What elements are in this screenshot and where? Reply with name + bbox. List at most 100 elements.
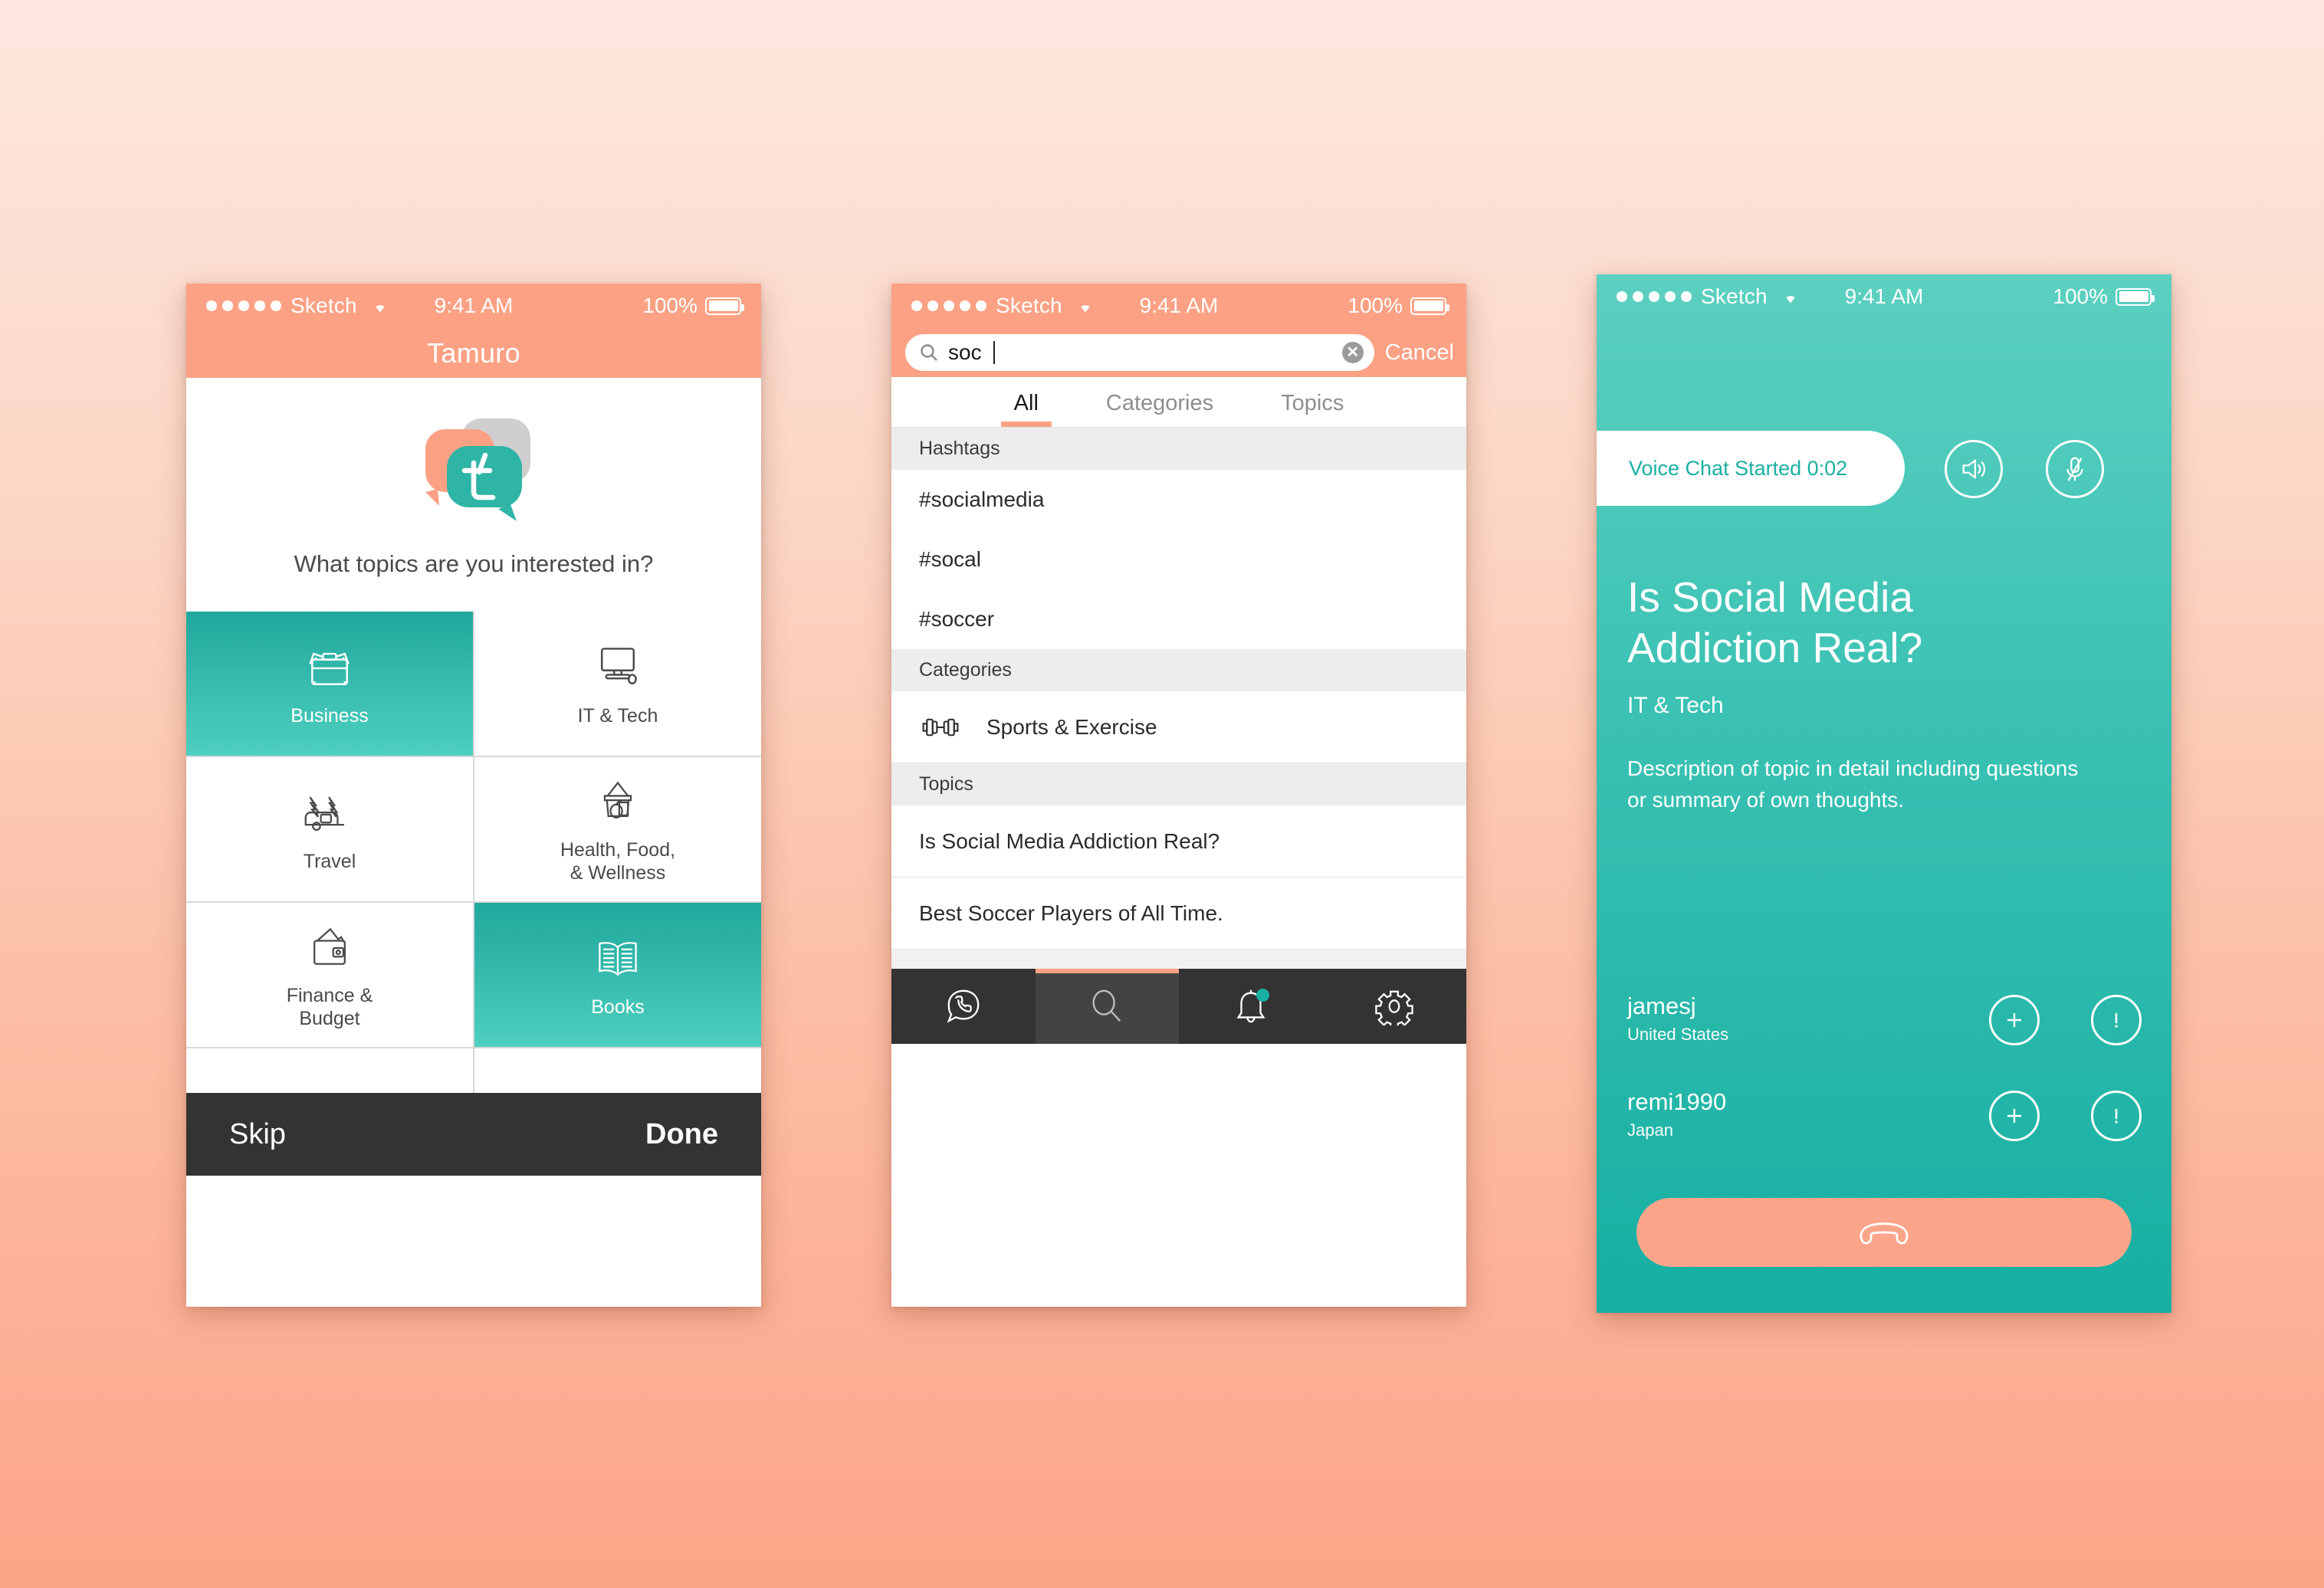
topic-tile-partial-right[interactable] [474, 1048, 761, 1093]
tab-notifications[interactable] [1179, 969, 1323, 1044]
grocery-basket-apple-icon [592, 774, 644, 829]
search-icon [1088, 987, 1126, 1025]
phone-screen-voice-chat: Sketch 9:41 AM 100% Voice Chat Started 0… [1597, 274, 2171, 1313]
topic-tile-label: Finance & Budget [286, 984, 373, 1030]
search-scope-tabs: All Categories Topics [891, 377, 1466, 428]
status-bar: Sketch 9:41 AM 100% [1597, 274, 2171, 319]
topic-tile-partial-left[interactable] [186, 1048, 473, 1093]
speaker-on-icon [1958, 454, 1990, 484]
signal-dots-icon [1617, 291, 1692, 302]
battery-percent-label: 100% [642, 294, 698, 317]
topic-tile-health-food-wellness[interactable]: Health, Food, & Wellness [474, 757, 761, 901]
topic-tile-it-tech[interactable]: IT & Tech [474, 612, 761, 756]
search-input-value: soc [948, 340, 982, 364]
topic-tile-books[interactable]: Books [474, 903, 761, 1047]
tab-topics[interactable]: Topics [1247, 391, 1377, 427]
section-header-topics: Topics [891, 763, 1466, 805]
tab-settings[interactable] [1323, 969, 1467, 1044]
topic-title: Is Social Media Addiction Real? [1627, 573, 1923, 671]
done-button[interactable]: Done [645, 1118, 718, 1151]
hang-up-phone-icon [1854, 1219, 1914, 1245]
battery-icon [1410, 297, 1449, 315]
battery-percent-label: 100% [2053, 284, 2108, 308]
gear-icon [1375, 987, 1413, 1025]
hero-section: What topics are you interested in? [186, 378, 761, 612]
topic-tile-label: Travel [303, 850, 356, 872]
topic-tile-business[interactable]: Business [186, 612, 473, 756]
participant-location: United States [1627, 1025, 1729, 1045]
status-bar-left: Sketch [206, 294, 391, 318]
navigation-bar: Tamuro [186, 328, 761, 378]
tab-search[interactable] [1035, 969, 1179, 1044]
camper-trees-icon [302, 786, 357, 841]
voice-chat-status-label: Voice Chat Started 0:02 [1629, 456, 1848, 480]
status-bar-left: Sketch [1617, 284, 1801, 309]
microphone-muted-icon [2060, 454, 2089, 484]
battery-icon [705, 297, 744, 315]
carrier-label: Sketch [1701, 284, 1768, 308]
clear-search-icon[interactable]: ✕ [1341, 342, 1364, 363]
list-item[interactable]: Sports & Exercise [891, 691, 1466, 763]
page-title: Tamuro [427, 336, 520, 369]
plus-icon [2003, 1104, 2026, 1127]
topic-tile-finance-budget[interactable]: Finance & Budget [186, 903, 473, 1047]
plus-icon [2003, 1009, 2026, 1032]
tab-all[interactable]: All [980, 391, 1072, 427]
carrier-label: Sketch [996, 294, 1062, 317]
list-item[interactable]: #socal [891, 530, 1466, 589]
topic-category: IT & Tech [1627, 693, 1724, 718]
speaker-toggle-button[interactable] [1945, 440, 2003, 498]
list-item[interactable]: Is Social Media Addiction Real? [891, 805, 1466, 878]
participant-name: jamesj [1627, 992, 1696, 1019]
topic-description: Description of topic in detail including… [1627, 756, 2079, 812]
battery-icon [2116, 287, 2155, 306]
participant-row: remi1990 Japan [1627, 1088, 2142, 1160]
search-bar: soc ✕ Cancel [891, 328, 1466, 377]
end-call-button[interactable] [1636, 1198, 2132, 1267]
wallet-icon [304, 920, 356, 975]
carrier-label: Sketch [290, 294, 357, 317]
briefcase-icon [304, 640, 356, 695]
cancel-button[interactable]: Cancel [1385, 340, 1454, 366]
signal-dots-icon [911, 300, 986, 311]
dumbbell-icon [919, 715, 967, 740]
report-participant-button[interactable] [2091, 995, 2142, 1045]
app-logo [401, 412, 547, 527]
report-participant-button[interactable] [2091, 1091, 2142, 1141]
status-bar: Sketch 9:41 AM 100% [891, 284, 1466, 328]
tab-categories[interactable]: Categories [1072, 391, 1247, 427]
list-item[interactable]: #soccer [891, 589, 1466, 649]
microphone-mute-button[interactable] [2046, 440, 2104, 498]
skip-button[interactable]: Skip [229, 1118, 286, 1151]
wifi-icon [1075, 297, 1096, 314]
add-participant-button[interactable] [1989, 995, 2040, 1045]
tab-chat[interactable] [891, 969, 1036, 1044]
wifi-icon [1780, 288, 1801, 305]
search-icon [919, 343, 939, 363]
topic-tile-travel[interactable]: Travel [186, 757, 473, 901]
status-bar-left: Sketch [911, 294, 1096, 318]
topic-tile-label: IT & Tech [577, 704, 658, 727]
status-bar: Sketch 9:41 AM 100% [186, 284, 761, 328]
voice-chat-status-pill: Voice Chat Started 0:02 [1597, 431, 1905, 506]
list-item-label: Sports & Exercise [986, 714, 1157, 739]
list-item[interactable]: #socialmedia [891, 470, 1466, 530]
participant-location: Japan [1627, 1120, 1673, 1140]
topic-tile-label: Business [290, 704, 369, 727]
section-header-categories: Categories [891, 649, 1466, 691]
battery-percent-label: 100% [1347, 294, 1403, 317]
phone-screen-search: Sketch 9:41 AM 100% soc ✕ Cancel All Cat… [891, 284, 1466, 1307]
phone-screen-topics: Sketch 9:41 AM 100% Tamuro What topics a… [186, 284, 761, 1307]
topics-grid: Business IT & Tech Travel Health, Food, … [186, 612, 761, 1093]
add-participant-button[interactable] [1989, 1091, 2040, 1141]
signal-dots-icon [206, 300, 281, 311]
list-item[interactable]: Best Soccer Players of All Time. [891, 878, 1466, 950]
status-bar-right: 100% [642, 294, 744, 318]
text-caret [993, 341, 995, 364]
search-results-list[interactable]: Hashtags #socialmedia #socal #soccer Cat… [891, 428, 1466, 969]
search-input[interactable]: soc ✕ [905, 334, 1374, 371]
phone-chat-bubble-icon [944, 987, 983, 1025]
status-bar-right: 100% [1347, 294, 1449, 318]
footer-actions: Skip Done [186, 1093, 761, 1176]
participant-name: remi1990 [1627, 1088, 1727, 1115]
